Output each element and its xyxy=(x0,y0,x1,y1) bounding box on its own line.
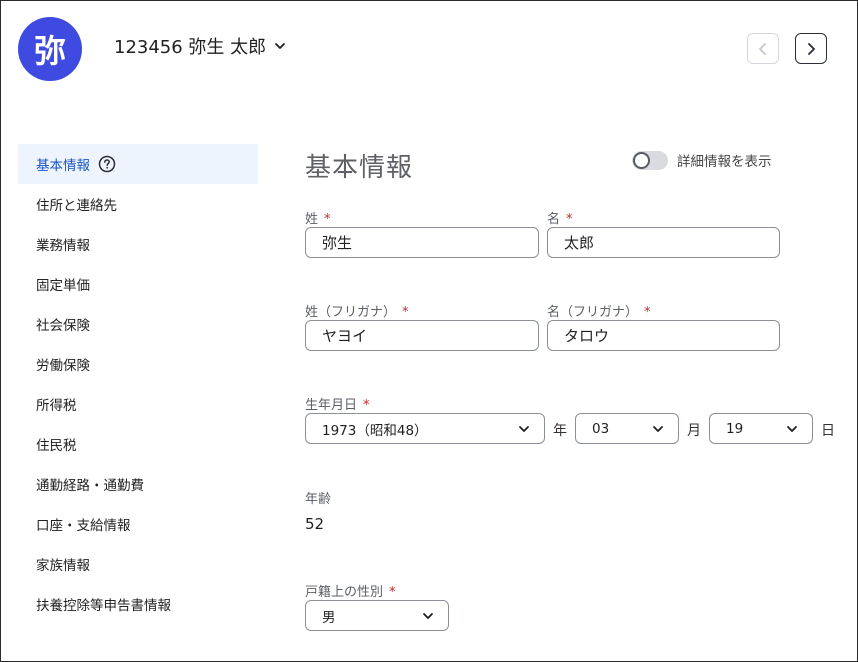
first-name-kana-label-text: 名（フリガナ） xyxy=(547,305,639,320)
sidebar-item-label: 労働保険 xyxy=(36,358,90,374)
sidebar-item-fixed-rate[interactable]: 固定単価 xyxy=(18,264,258,304)
required-mark: * xyxy=(389,585,396,600)
last-name-kana-input[interactable] xyxy=(305,320,539,351)
gender-label-text: 戸籍上の性別 xyxy=(305,585,384,600)
sidebar-item-label: 家族情報 xyxy=(36,558,90,574)
birthdate-label: 生年月日 * xyxy=(305,394,370,413)
day-unit: 日 xyxy=(821,423,835,439)
sidebar-item-label: 所得税 xyxy=(36,398,77,414)
next-employee-button[interactable] xyxy=(795,33,827,64)
previous-employee-button[interactable] xyxy=(747,33,779,64)
birth-month-value: 03 xyxy=(592,420,610,437)
chevron-right-icon xyxy=(805,42,817,56)
sidebar-item-label: 通勤経路・通勤費 xyxy=(36,478,144,494)
sidebar-item-labor-insurance[interactable]: 労働保険 xyxy=(18,344,258,384)
sidebar-item-resident-tax[interactable]: 住民税 xyxy=(18,424,258,464)
chevron-down-icon xyxy=(422,610,434,622)
gender-label: 戸籍上の性別 * xyxy=(305,581,396,600)
avatar: 弥 xyxy=(18,17,82,81)
birthdate-label-text: 生年月日 xyxy=(305,398,358,413)
sidebar-nav: 基本情報 住所と連絡先 業務情報 固定単価 社会保険 労働保険 所得税 住民税 … xyxy=(18,144,258,624)
last-name-kana-label-text: 姓（フリガナ） xyxy=(305,305,397,320)
sidebar-item-label: 社会保険 xyxy=(36,318,90,334)
first-name-input[interactable] xyxy=(547,227,780,258)
sidebar-item-label: 扶養控除等申告書情報 xyxy=(36,598,171,614)
sidebar-item-dependents-declaration[interactable]: 扶養控除等申告書情報 xyxy=(18,584,258,624)
sidebar-item-commute[interactable]: 通勤経路・通勤費 xyxy=(18,464,258,504)
toggle-switch[interactable] xyxy=(632,150,668,170)
sidebar-item-label: 固定単価 xyxy=(36,278,90,294)
sidebar-item-social-insurance[interactable]: 社会保険 xyxy=(18,304,258,344)
required-mark: * xyxy=(402,305,409,320)
birth-year-value: 1973（昭和48） xyxy=(322,422,428,439)
required-mark: * xyxy=(363,398,370,413)
last-name-input[interactable] xyxy=(305,227,539,258)
first-name-label-text: 名 xyxy=(547,212,561,227)
sidebar-item-label: 業務情報 xyxy=(36,238,90,254)
sidebar-item-label: 住民税 xyxy=(36,438,77,454)
chevron-down-icon xyxy=(786,423,798,435)
page-title: 基本情報 xyxy=(305,153,414,183)
age-value: 52 xyxy=(305,515,325,533)
gender-select[interactable]: 男 xyxy=(305,600,449,631)
chevron-down-icon xyxy=(652,423,664,435)
gender-value: 男 xyxy=(322,609,336,626)
sidebar-item-label: 口座・支給情報 xyxy=(36,518,131,534)
required-mark: * xyxy=(566,212,573,227)
required-mark: * xyxy=(324,212,331,227)
first-name-label: 名 * xyxy=(547,208,573,227)
sidebar-item-income-tax[interactable]: 所得税 xyxy=(18,384,258,424)
birth-year-select[interactable]: 1973（昭和48） xyxy=(305,413,545,444)
required-mark: * xyxy=(644,305,651,320)
last-name-label-text: 姓 xyxy=(305,212,319,227)
birth-month-select[interactable]: 03 xyxy=(575,413,679,444)
year-unit: 年 xyxy=(553,423,567,439)
show-details-toggle[interactable]: 詳細情報を表示 xyxy=(632,150,772,170)
first-name-kana-label: 名（フリガナ） * xyxy=(547,301,651,320)
employee-title-text: 123456 弥生 太郎 xyxy=(114,37,267,58)
birth-day-value: 19 xyxy=(726,420,744,437)
chevron-down-icon xyxy=(518,423,530,435)
sidebar-item-bank-payment[interactable]: 口座・支給情報 xyxy=(18,504,258,544)
sidebar-item-address-contact[interactable]: 住所と連絡先 xyxy=(18,184,258,224)
chevron-left-icon xyxy=(757,42,769,56)
month-unit: 月 xyxy=(687,423,701,439)
help-circle-icon[interactable] xyxy=(98,155,116,173)
sidebar-item-family[interactable]: 家族情報 xyxy=(18,544,258,584)
chevron-down-icon xyxy=(274,40,286,52)
last-name-kana-label: 姓（フリガナ） * xyxy=(305,301,409,320)
age-label: 年齢 xyxy=(305,492,332,507)
toggle-knob xyxy=(633,151,650,169)
last-name-label: 姓 * xyxy=(305,208,331,227)
first-name-kana-input[interactable] xyxy=(547,320,780,351)
employee-selector[interactable]: 123456 弥生 太郎 xyxy=(114,33,286,59)
birth-day-select[interactable]: 19 xyxy=(709,413,813,444)
sidebar-item-label: 基本情報 xyxy=(36,158,90,174)
sidebar-item-label: 住所と連絡先 xyxy=(36,198,117,214)
sidebar-item-basic-info[interactable]: 基本情報 xyxy=(18,144,258,184)
sidebar-item-work-info[interactable]: 業務情報 xyxy=(18,224,258,264)
show-details-label: 詳細情報を表示 xyxy=(677,154,772,170)
